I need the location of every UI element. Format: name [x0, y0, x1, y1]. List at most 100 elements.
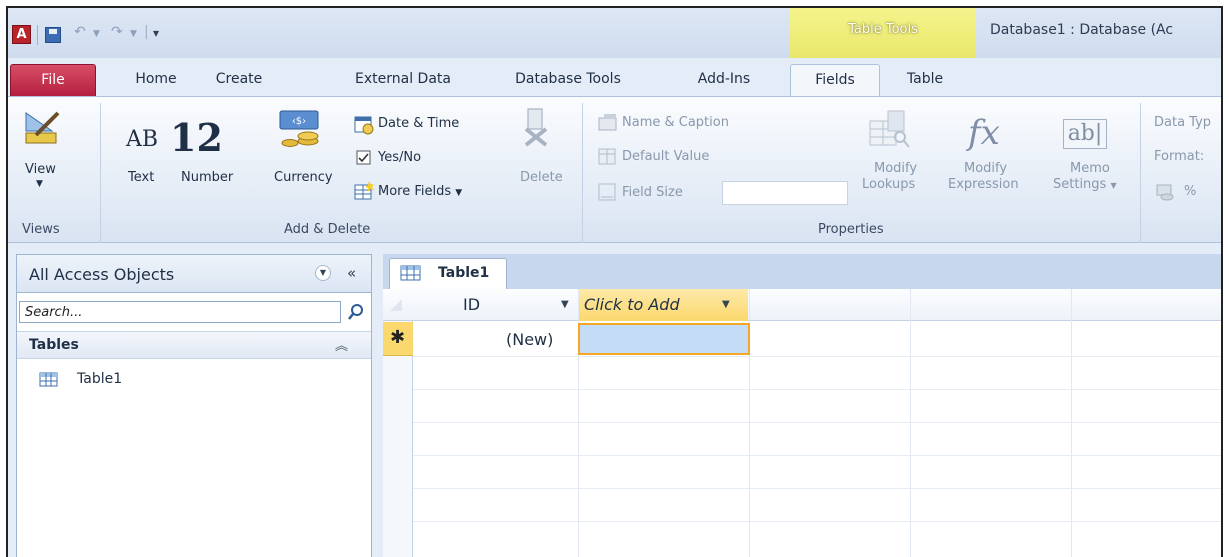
new-record-icon: ✱: [390, 327, 406, 348]
document-tab-strip: Table1: [383, 254, 1221, 289]
undo-icon[interactable]: ↶: [74, 24, 86, 40]
svg-text:‹$›: ‹$›: [292, 116, 306, 127]
click-to-add-column[interactable]: Click to Add ▼: [578, 289, 748, 321]
tables-section-label: Tables: [29, 337, 79, 353]
title-bar: A ↶ ▼ ↷ ▼ | ▾ Table Tools Database1 : Da…: [8, 8, 1221, 58]
column-dropdown-icon[interactable]: ▼: [561, 299, 569, 310]
document-tab-table1[interactable]: Table1: [389, 258, 507, 289]
undo-dropdown-icon[interactable]: ▼: [93, 29, 100, 39]
search-icon[interactable]: [347, 303, 365, 321]
row-divider: [413, 521, 1221, 522]
yes-no-checkbox-icon: [356, 150, 371, 165]
ribbon-tabs: File Home Create External Data Database …: [8, 58, 1221, 96]
column-divider: [910, 289, 911, 557]
table-icon: [400, 265, 421, 281]
select-all-icon[interactable]: [389, 298, 403, 312]
tab-fields[interactable]: Fields: [790, 64, 880, 96]
redo-dropdown-icon[interactable]: ▼: [130, 29, 137, 39]
number-field-button[interactable]: Number: [181, 170, 233, 185]
data-type-label: Data Typ: [1154, 115, 1212, 130]
nav-item-label: Table1: [77, 371, 123, 387]
memo-settings-dropdown-icon: ▼: [1110, 181, 1117, 190]
delete-field-button[interactable]: Delete: [520, 170, 563, 185]
row-divider: [413, 356, 1221, 357]
field-size-icon: [598, 183, 616, 201]
modify-lookups-line2[interactable]: Lookups: [862, 177, 915, 192]
view-dropdown-icon[interactable]: ▼: [36, 179, 43, 189]
date-time-button[interactable]: Date & Time: [378, 116, 459, 131]
field-size-label: Field Size: [622, 185, 683, 200]
nav-pane-title[interactable]: All Access Objects: [29, 265, 174, 284]
customize-qat-icon[interactable]: ▾: [153, 26, 159, 40]
text-field-button[interactable]: Text: [128, 170, 154, 185]
group-separator: [1140, 103, 1141, 243]
qat-separator: [37, 25, 38, 45]
column-dropdown-icon[interactable]: ▼: [722, 299, 730, 310]
qat-separator: |: [144, 24, 149, 40]
datasheet-header-row: ID ▼ Click to Add ▼: [383, 289, 1221, 321]
yes-no-button[interactable]: Yes/No: [378, 150, 421, 165]
tables-section-header[interactable]: Tables ︽: [17, 331, 371, 359]
row-divider: [413, 455, 1221, 456]
date-time-icon: [354, 116, 374, 135]
tab-external-data[interactable]: External Data: [338, 64, 468, 96]
views-group-label: Views: [22, 222, 60, 237]
percent-format-button[interactable]: %: [1184, 184, 1196, 199]
name-caption-button[interactable]: Name & Caption: [622, 115, 729, 130]
window-title: Database1 : Database (Ac: [990, 22, 1174, 38]
format-label: Format:: [1154, 149, 1205, 164]
record-selector-column: [383, 321, 413, 557]
text-field-icon: AB: [126, 127, 159, 152]
access-window: A ↶ ▼ ↷ ▼ | ▾ Table Tools Database1 : Da…: [6, 6, 1223, 557]
redo-icon[interactable]: ↷: [111, 24, 123, 40]
new-record-selector[interactable]: ✱: [383, 322, 413, 356]
nav-pane-header[interactable]: All Access Objects ▼ «: [17, 255, 371, 293]
more-fields-button[interactable]: More Fields ▼: [378, 184, 462, 199]
column-header-label: ID: [463, 295, 481, 314]
name-caption-icon: [598, 114, 617, 131]
new-record-id-cell[interactable]: (New): [506, 330, 553, 349]
chevron-down-icon[interactable]: ▼: [315, 265, 331, 281]
click-to-add-label: Click to Add: [584, 295, 680, 314]
tab-database-tools[interactable]: Database Tools: [498, 64, 638, 96]
search-input[interactable]: Search...: [19, 301, 341, 323]
fx-icon: fx: [968, 113, 1000, 153]
memo-settings-icon: ab|: [1063, 119, 1107, 149]
tab-file[interactable]: File: [10, 64, 96, 96]
tab-home[interactable]: Home: [126, 64, 186, 96]
currency-field-button[interactable]: Currency: [274, 170, 333, 185]
tab-create[interactable]: Create: [204, 64, 274, 96]
view-button[interactable]: View: [25, 162, 56, 177]
add-delete-group-label: Add & Delete: [284, 222, 371, 237]
number-field-icon: 12: [170, 115, 223, 160]
tab-table[interactable]: Table: [892, 64, 958, 96]
view-icon: [25, 111, 60, 144]
memo-settings-label: Settings: [1053, 177, 1107, 192]
group-separator: [100, 103, 101, 243]
modify-expression-line1[interactable]: Modify: [964, 161, 1007, 176]
collapse-section-icon[interactable]: ︽: [335, 335, 348, 354]
table-tools-label: Table Tools: [848, 22, 918, 37]
memo-settings-line2[interactable]: Settings ▼: [1053, 177, 1117, 192]
save-icon[interactable]: [45, 27, 61, 43]
memo-settings-line1[interactable]: Memo: [1070, 161, 1110, 176]
modify-expression-line2[interactable]: Expression: [948, 177, 1019, 192]
datasheet: ID ▼ Click to Add ▼ ✱ (New): [383, 289, 1221, 557]
field-size-input[interactable]: [722, 181, 848, 205]
more-fields-label: More Fields: [378, 184, 452, 199]
more-fields-dropdown-icon: ▼: [455, 188, 463, 198]
column-header-id[interactable]: ID ▼: [413, 289, 578, 321]
access-app-icon[interactable]: A: [12, 25, 31, 44]
document-tab-label: Table1: [438, 265, 490, 281]
currency-format-icon[interactable]: [1156, 183, 1176, 201]
default-value-icon: [598, 148, 616, 165]
collapse-pane-icon[interactable]: «: [347, 264, 356, 282]
tab-add-ins[interactable]: Add-Ins: [684, 64, 764, 96]
active-cell[interactable]: [578, 323, 750, 355]
more-fields-icon: [354, 181, 374, 200]
modify-lookups-line1[interactable]: Modify: [874, 161, 917, 176]
row-divider: [413, 389, 1221, 390]
default-value-button[interactable]: Default Value: [622, 149, 709, 164]
table-tools-context: Table Tools: [790, 8, 976, 58]
nav-item-table1[interactable]: Table1: [31, 368, 231, 392]
